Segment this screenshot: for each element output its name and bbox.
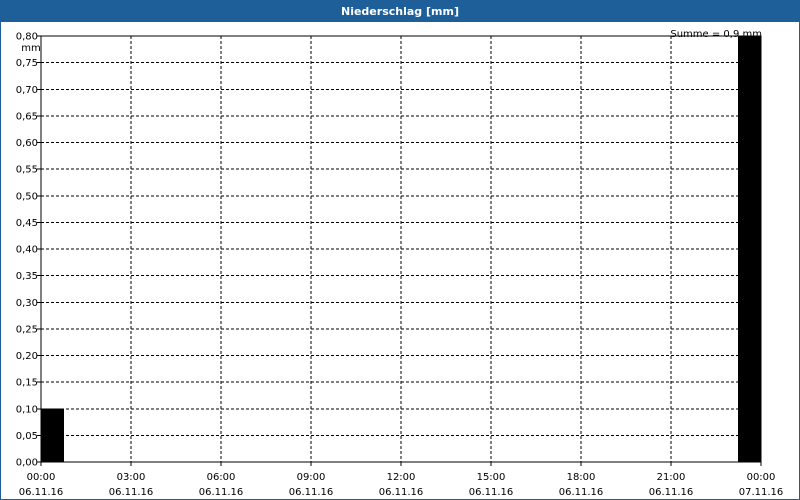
y-tick-label: 0,55 xyxy=(16,165,38,176)
x-tick-date-label: 06.11.16 xyxy=(289,487,334,498)
y-tick-label: 0,45 xyxy=(16,218,38,229)
y-tick-label: 0,00 xyxy=(16,458,38,469)
sum-label: Summe = 0,9 mm xyxy=(670,29,762,40)
y-tick-label: 0,15 xyxy=(16,378,38,389)
y-tick-label: 0,50 xyxy=(16,191,38,202)
x-tick-time-label: 15:00 xyxy=(477,472,506,483)
y-tick-label: 0,80 xyxy=(16,32,38,43)
y-tick-label: 0,40 xyxy=(16,245,38,256)
x-tick-time-label: 21:00 xyxy=(657,472,686,483)
x-tick-time-label: 09:00 xyxy=(297,472,326,483)
y-tick-label: 0,65 xyxy=(16,111,38,122)
y-tick-label: 0,70 xyxy=(16,85,38,96)
precipitation-bar xyxy=(738,35,762,463)
y-tick-label: 0,60 xyxy=(16,138,38,149)
y-tick-label: 0,35 xyxy=(16,271,38,282)
x-tick-date-label: 07.11.16 xyxy=(739,487,784,498)
y-tick-label: 0,05 xyxy=(16,431,38,442)
x-tick-date-label: 06.11.16 xyxy=(199,487,244,498)
x-tick-date-label: 06.11.16 xyxy=(559,487,604,498)
y-tick-label: 0,25 xyxy=(16,324,38,335)
chart-window: Niederschlag [mm] 0,00 0,05 0,10 0,15 0,20 0,… xyxy=(0,0,800,500)
x-tick-date-label: 06.11.16 xyxy=(109,487,154,498)
y-tick-label: 0,75 xyxy=(16,58,38,69)
y-tick-label: 0,20 xyxy=(16,351,38,362)
x-tick-time-label: 00:00 xyxy=(747,472,776,483)
precipitation-bar xyxy=(40,408,64,463)
precipitation-chart: 0,00 0,05 0,10 0,15 0,20 0,25 0,30 0,35 0,40 0,45… xyxy=(16,29,784,498)
y-tick-label: 0,10 xyxy=(16,404,38,415)
x-tick-time-label: 06:00 xyxy=(207,472,236,483)
x-tick-time-label: 18:00 xyxy=(567,472,596,483)
x-tick-date-label: 06.11.16 xyxy=(379,487,424,498)
x-tick-date-label: 06.11.16 xyxy=(649,487,694,498)
x-tick-time-label: 00:00 xyxy=(27,472,56,483)
x-tick-date-label: 06.11.16 xyxy=(19,487,64,498)
x-tick-time-label: 12:00 xyxy=(387,472,416,483)
x-tick-time-label: 03:00 xyxy=(117,472,146,483)
x-tick-date-label: 06.11.16 xyxy=(469,487,514,498)
y-unit-label: mm xyxy=(21,43,40,54)
y-tick-label: 0,30 xyxy=(16,298,38,309)
